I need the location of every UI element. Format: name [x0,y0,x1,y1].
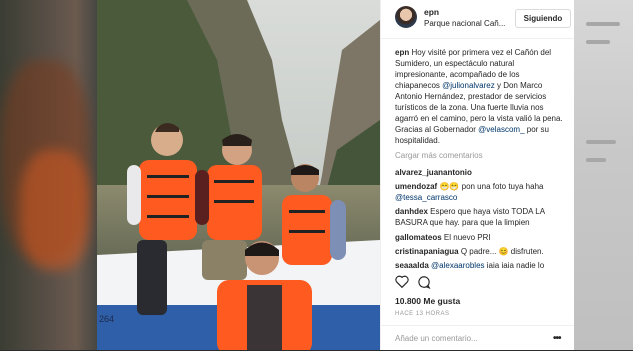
comment-username[interactable]: umendozaf [395,182,437,191]
caption-username[interactable]: epn [395,48,409,57]
comment-username[interactable]: danhdex [395,207,428,216]
blurred-vest [20,150,90,270]
comment-text: Q padre... 😊 disfruten. [460,247,544,256]
comment-username[interactable]: alvarez_juanantonio [395,168,472,177]
caption-mention-1[interactable]: @julionalvarez [442,81,495,90]
comment-item: seaaalda @alexaarobles iaia iaia nadie l… [395,260,563,271]
ellipsis-icon[interactable]: ••• [553,333,561,344]
comment-mention[interactable]: @tessa_carrasco [395,193,457,202]
caption-mention-2[interactable]: @velascom_ [478,125,524,134]
post-location[interactable]: Parque nacional Cañ... [424,19,505,28]
comment-text: iaia iaia nadie lo [486,261,545,270]
comment-text: 😁😁 pon una foto tuya haha [439,182,544,191]
comment-item: cristinapaniagua Q padre... 😊 disfruten. [395,246,563,257]
blurred-text [586,140,616,144]
comment-username[interactable]: seaaalda [395,261,429,270]
like-count[interactable]: 10.800 Me gusta [395,296,460,306]
comment-mention[interactable]: @alexaarobles [431,261,484,270]
comment-username[interactable]: cristinapaniagua [395,247,459,256]
comment-text: El nuevo PRI [443,233,491,242]
post-time[interactable]: HACE 13 HORAS [395,311,450,317]
comment-icon[interactable] [417,275,431,289]
blurred-text [586,22,620,26]
photo-canvas: 264 [97,0,380,350]
comment-username[interactable]: gallomateos [395,233,442,242]
post-username[interactable]: epn [424,7,439,17]
dimmed-right-edge [574,0,633,350]
heart-icon[interactable] [395,275,409,288]
comment-item: alvarez_juanantonio [395,167,563,178]
post-header: epn Parque nacional Cañ... Siguiendo [381,0,575,39]
blurred-text [586,158,606,162]
avatar[interactable] [395,6,417,28]
post-photo[interactable]: 264 [97,0,380,350]
post-details-panel: epn Parque nacional Cañ... Siguiendo epn… [380,0,575,350]
comment-item: umendozaf 😁😁 pon una foto tuya haha @tes… [395,181,563,203]
boat-number: 264 [99,314,114,324]
load-more-comments[interactable]: Cargar más comentarios [395,151,483,160]
post-caption: epn Hoy visité por primera vez el Cañón … [395,47,563,146]
add-comment-bar: Añade un comentario... ••• [381,325,575,351]
blurred-text [586,40,610,44]
add-comment-input[interactable]: Añade un comentario... [395,334,478,343]
following-button[interactable]: Siguiendo [515,9,571,28]
comment-item: gallomateos El nuevo PRI [395,232,563,243]
comment-item: danhdex Espero que haya visto TODA LA BA… [395,206,563,228]
post-card: 264 epn Parque nacional Cañ... Siguiendo… [97,0,575,350]
